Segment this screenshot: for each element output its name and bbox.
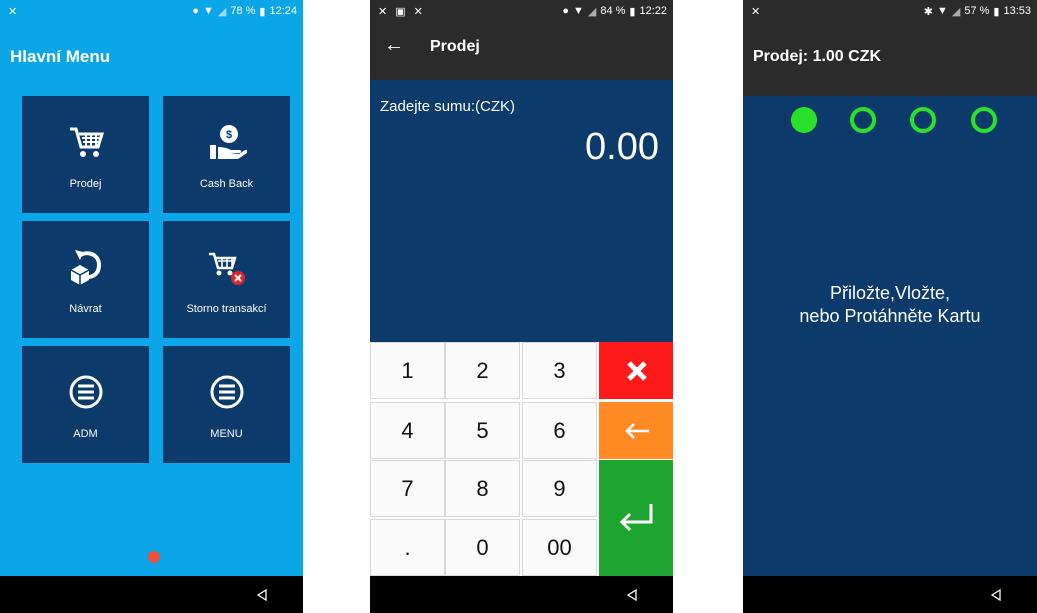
system-nav-bar xyxy=(0,576,303,613)
cart-icon xyxy=(68,118,104,166)
back-nav-icon[interactable] xyxy=(627,588,637,601)
notification-x-icon: ✕ xyxy=(8,5,18,18)
backspace-arrow-icon xyxy=(624,422,649,439)
system-nav-bar xyxy=(370,576,673,613)
status-bar: ✕ ✱ ▼ ◢ 57 % ▮ 13:53 xyxy=(743,0,1037,22)
tile-adm[interactable]: ADM xyxy=(22,346,149,463)
progress-dot xyxy=(910,107,936,133)
instruction-line-2: nebo Protáhněte Kartu xyxy=(799,306,981,326)
tile-navrat[interactable]: Návrat xyxy=(22,221,149,338)
battery-percent: 78 % xyxy=(230,5,256,17)
wifi-icon: ▼ xyxy=(572,5,584,17)
menu-circle-icon xyxy=(68,368,104,416)
page-indicator-dot xyxy=(148,551,160,563)
dot-icon: ● xyxy=(562,5,569,17)
key-9[interactable]: 9 xyxy=(522,460,597,517)
svg-text:$: $ xyxy=(225,129,231,141)
page-title: Prodej: 1.00 CZK xyxy=(753,48,882,65)
battery-icon: ▮ xyxy=(993,5,1000,18)
tile-menu[interactable]: MENU xyxy=(163,346,290,463)
tile-prodej[interactable]: Prodej xyxy=(22,96,149,213)
wifi-icon: ▼ xyxy=(202,5,214,17)
notification-x-icon: ✕ xyxy=(751,5,761,18)
menu-circle-icon xyxy=(209,368,245,416)
card-prompt-screen: ✕ ✱ ▼ ◢ 57 % ▮ 13:53 Prodej: 1.00 CZK Př… xyxy=(743,0,1037,613)
key-2[interactable]: 2 xyxy=(445,342,520,399)
cart-cancel-icon xyxy=(207,243,247,291)
progress-dot-active xyxy=(791,107,817,133)
key-7[interactable]: 7 xyxy=(370,460,445,517)
sale-amount-screen: ✕ ▣ ✕ ● ▼ ◢ 84 % ▮ 12:22 ← Prodej Zadejt… xyxy=(370,0,673,613)
key-dot[interactable]: . xyxy=(370,519,445,576)
back-nav-icon[interactable] xyxy=(991,588,1001,601)
tile-label: ADM xyxy=(73,428,98,440)
page-title: Hlavní Menu xyxy=(10,47,111,66)
back-nav-icon[interactable] xyxy=(257,588,267,601)
notification-x-icon: ✕ xyxy=(378,5,388,18)
bluetooth-icon: ✱ xyxy=(923,5,933,18)
key-3[interactable]: 3 xyxy=(522,342,597,399)
key-4[interactable]: 4 xyxy=(370,402,445,459)
cash-back-icon: $ xyxy=(207,118,247,166)
signal-icon: ◢ xyxy=(587,5,597,18)
image-icon: ▣ xyxy=(395,5,406,18)
tile-cash-back[interactable]: $ Cash Back xyxy=(163,96,290,213)
back-arrow-icon[interactable]: ← xyxy=(384,34,404,57)
key-8[interactable]: 8 xyxy=(445,460,520,517)
tile-label: Návrat xyxy=(69,303,102,315)
card-instruction: Přiložte,Vložte, nebo Protáhněte Kartu xyxy=(743,282,1037,328)
battery-percent: 57 % xyxy=(964,5,990,17)
tile-label: Cash Back xyxy=(199,178,254,190)
tile-storno[interactable]: Storno transakcí xyxy=(163,221,290,338)
battery-icon: ▮ xyxy=(259,5,266,18)
signal-icon: ◢ xyxy=(217,5,227,18)
tile-label: Prodej xyxy=(69,178,102,190)
instruction-line-1: Přiložte,Vložte, xyxy=(829,283,951,303)
tile-label: MENU xyxy=(210,428,243,440)
amount-prompt: Zadejte sumu:(CZK) xyxy=(380,98,516,115)
progress-dot xyxy=(850,107,876,133)
battery-percent: 84 % xyxy=(600,5,626,17)
clock: 12:24 xyxy=(269,5,297,17)
wifi-icon: ▼ xyxy=(936,5,948,17)
progress-dot xyxy=(971,107,997,133)
page-title: Prodej xyxy=(430,38,480,55)
clock: 13:53 xyxy=(1003,5,1031,17)
status-bar: ✕ ▣ ✕ ● ▼ ◢ 84 % ▮ 12:22 xyxy=(370,0,673,22)
tile-label: Storno transakcí xyxy=(186,303,267,315)
status-bar: ✕ ● ▼ ◢ 78 % ▮ 12:24 xyxy=(0,0,303,22)
key-6[interactable]: 6 xyxy=(522,402,597,459)
battery-icon: ▮ xyxy=(629,5,636,18)
signal-icon: ◢ xyxy=(951,5,961,18)
system-nav-bar xyxy=(743,576,1037,613)
amount-value: 0.00 xyxy=(585,126,659,168)
enter-icon xyxy=(619,504,652,532)
dot-icon: ● xyxy=(192,5,199,17)
notification-x-icon: ✕ xyxy=(413,5,423,18)
close-icon xyxy=(626,360,647,381)
cancel-button[interactable] xyxy=(599,342,673,399)
backspace-button[interactable] xyxy=(599,402,673,459)
main-menu-screen: ✕ ● ▼ ◢ 78 % ▮ 12:24 Hlavní Menu Prodej … xyxy=(0,0,303,613)
key-1[interactable]: 1 xyxy=(370,342,445,399)
clock: 12:22 xyxy=(639,5,667,17)
key-5[interactable]: 5 xyxy=(445,402,520,459)
enter-button[interactable] xyxy=(599,460,673,576)
return-box-icon xyxy=(67,243,105,291)
key-00[interactable]: 00 xyxy=(522,519,597,576)
amount-display xyxy=(370,80,673,342)
key-0[interactable]: 0 xyxy=(445,519,520,576)
